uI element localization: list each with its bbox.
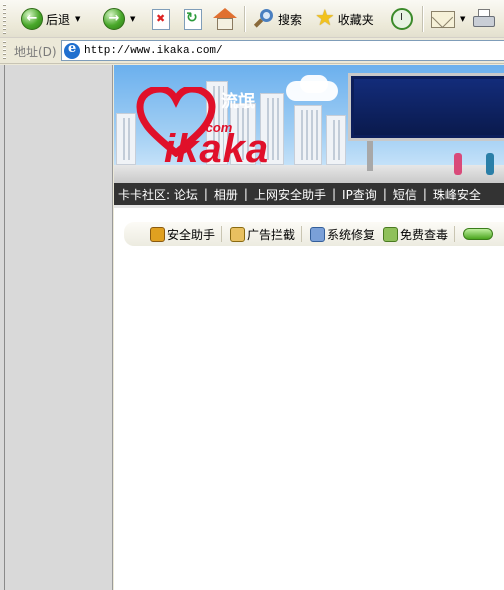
nav-item-sms[interactable]: 短信 [389, 186, 421, 203]
assistant-separator [221, 226, 223, 242]
free-scan-label: 免费查毒 [400, 227, 449, 242]
toolbar: 后退 ▼ ▼ 搜索 ★ 收藏夹 ▼ [0, 0, 504, 38]
nav-separator: | [203, 187, 208, 201]
print-button[interactable] [472, 4, 496, 34]
favorites-star-icon: ★ [315, 6, 335, 31]
assistant-separator [301, 226, 303, 242]
favorites-label: 收藏夹 [337, 12, 374, 27]
nav-item-ip-lookup[interactable]: IP查询 [338, 186, 381, 203]
person-figure [486, 153, 494, 175]
stop-icon [152, 8, 170, 30]
toolbar-grip[interactable] [3, 4, 6, 34]
assistant-separator [454, 226, 456, 242]
history-icon [391, 8, 413, 30]
free-scan-button[interactable]: 免费查毒 [383, 226, 448, 243]
nav-separator: | [243, 187, 248, 201]
site-nav: 卡卡社区: 论坛 | 相册 | 上网安全助手 | IP查询 | 短信 | 珠峰安… [114, 183, 504, 205]
building [326, 115, 346, 165]
stop-button[interactable] [152, 4, 170, 34]
address-url[interactable]: http://www.ikaka.com/ [84, 45, 223, 57]
nav-separator: | [422, 187, 427, 201]
system-repair-button[interactable]: 系统修复 [310, 226, 375, 243]
back-label: 后退 [46, 12, 71, 27]
toolbar-separator [422, 6, 424, 32]
forward-dropdown-icon[interactable]: ▼ [130, 15, 135, 23]
billboard-pole [367, 141, 373, 171]
nav-item-everest[interactable]: 珠峰安全 [429, 186, 485, 203]
search-button[interactable]: 搜索 [253, 4, 302, 34]
assistant-toolbar: 安全助手 广告拦截 系统修复 免费查毒 [124, 222, 504, 246]
refresh-button[interactable] [184, 4, 202, 34]
left-panel [0, 65, 113, 590]
back-dropdown-icon[interactable]: ▼ [75, 15, 80, 23]
back-arrow-icon [21, 8, 43, 30]
search-label: 搜索 [278, 12, 303, 27]
address-grip[interactable] [3, 41, 6, 61]
billboard-text: 流氓 [221, 92, 255, 112]
address-label: 地址(D) [14, 45, 57, 59]
person-figure [454, 153, 462, 175]
repair-icon [310, 226, 326, 242]
virus-scan-icon [383, 226, 399, 242]
shield-icon [150, 226, 165, 242]
left-panel-border [4, 65, 5, 590]
mail-dropdown-icon[interactable]: ▼ [460, 15, 465, 23]
ad-block-button[interactable]: 广告拦截 [230, 226, 295, 243]
building [294, 105, 322, 165]
safety-assistant-button[interactable]: 安全助手 [150, 226, 215, 243]
address-bar: 地址(D) http://www.ikaka.com/ [0, 38, 504, 64]
home-button[interactable] [213, 4, 237, 34]
home-icon [213, 8, 237, 30]
nav-item-safety-assistant[interactable]: 上网安全助手 [250, 186, 330, 203]
back-button[interactable]: 后退 ▼ [21, 4, 80, 34]
system-repair-label: 系统修复 [327, 227, 376, 242]
toolbar-separator [244, 6, 246, 32]
web-page: .com ikaka 流氓 卡卡社区: 论坛 | 相册 | 上网安全助手 | I… [114, 65, 504, 590]
mail-icon [431, 10, 455, 28]
nav-separator: | [382, 187, 387, 201]
site-banner: .com ikaka 流氓 [114, 65, 504, 183]
building [116, 113, 136, 165]
history-button[interactable] [391, 4, 413, 34]
nav-separator: | [331, 187, 337, 201]
nav-item-forum[interactable]: 卡卡社区: 论坛 [114, 186, 202, 203]
ie-page-icon [64, 41, 80, 59]
nav-underline [114, 205, 504, 208]
forward-arrow-icon [103, 8, 125, 30]
toggle-slider-icon[interactable] [463, 228, 494, 240]
nav-item-album[interactable]: 相册 [210, 186, 242, 203]
address-input[interactable]: http://www.ikaka.com/ [61, 40, 504, 61]
mail-button[interactable]: ▼ [431, 4, 465, 34]
forward-button[interactable]: ▼ [103, 4, 135, 34]
cloud [300, 75, 328, 93]
search-icon [253, 8, 275, 30]
site-logo[interactable]: ikaka [164, 129, 269, 169]
printer-icon [472, 9, 496, 29]
favorites-button[interactable]: ★ 收藏夹 [315, 4, 374, 34]
billboard[interactable] [348, 73, 504, 141]
refresh-icon [184, 8, 202, 30]
safety-assistant-label: 安全助手 [167, 227, 216, 242]
ad-block-icon [230, 226, 246, 242]
ad-block-label: 广告拦截 [247, 227, 296, 242]
